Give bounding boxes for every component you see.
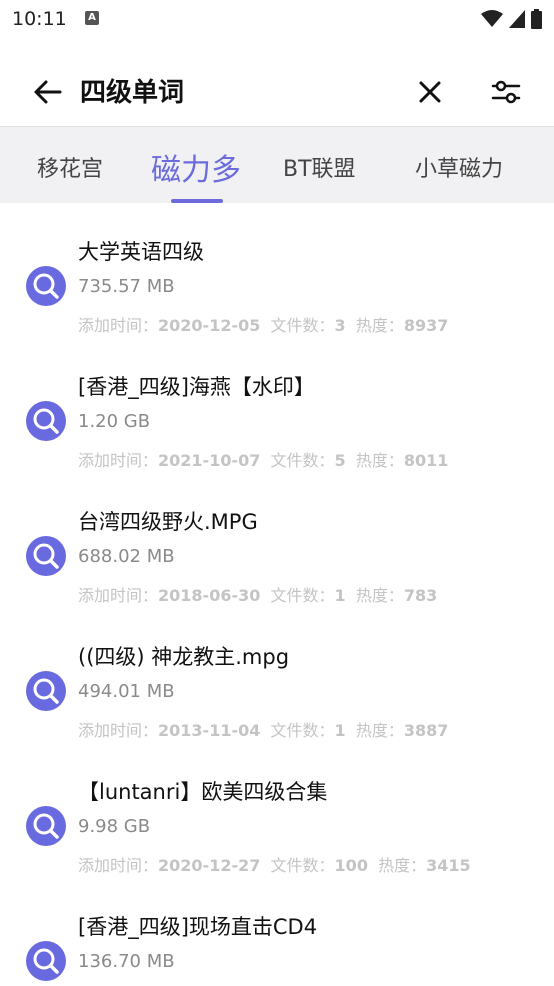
page-title: 四级单词 xyxy=(80,78,185,108)
item-title: [香港_四级]现场直击CD4 xyxy=(78,915,318,939)
item-size: 688.02 MB xyxy=(78,546,175,567)
list-item[interactable]: 大学英语四级 735.57 MB 添加时间：2020-12-05 文件数：3 热… xyxy=(0,202,554,337)
magnet-search-icon xyxy=(26,266,66,306)
item-meta: 添加时间：2020-12-27 文件数：100 热度：3415 xyxy=(78,856,471,875)
signal-icon xyxy=(509,10,525,28)
item-size: 494.01 MB xyxy=(78,681,175,702)
item-size: 735.57 MB xyxy=(78,276,175,297)
magnet-search-icon xyxy=(26,671,66,711)
item-title: ((四级) 神龙教主.mpg xyxy=(78,645,290,669)
magnet-search-icon xyxy=(26,806,66,846)
status-bar: 10:11 A xyxy=(0,0,554,38)
list-item[interactable]: ((四级) 神龙教主.mpg 494.01 MB 添加时间：2013-11-04… xyxy=(0,607,554,742)
item-size: 136.70 MB xyxy=(78,951,175,972)
list-item[interactable]: 台湾四级野火.MPG 688.02 MB 添加时间：2018-06-30 文件数… xyxy=(0,472,554,607)
status-icons xyxy=(481,9,542,29)
magnet-search-icon xyxy=(26,941,66,981)
item-title: 大学英语四级 xyxy=(78,240,204,264)
item-title: [香港_四级]海燕【水印】 xyxy=(78,375,315,399)
tab-xiaocao-cili[interactable]: 小草磁力 xyxy=(415,151,503,183)
list-item[interactable]: 【luntanri】欧美四级合集 9.98 GB 添加时间：2020-12-27… xyxy=(0,742,554,877)
back-arrow-icon[interactable] xyxy=(30,74,66,110)
item-meta: 添加时间：2020-12-05 文件数：3 热度：8937 xyxy=(78,316,449,335)
filter-settings-icon[interactable] xyxy=(488,74,524,110)
status-time: 10:11 xyxy=(12,8,67,30)
tab-yihuagong[interactable]: 移花宫 xyxy=(37,151,103,183)
item-size: 9.98 GB xyxy=(78,816,151,837)
app-bar: 四级单词 xyxy=(0,44,554,126)
notification-icon: A xyxy=(85,11,99,25)
wifi-icon xyxy=(481,10,503,27)
magnet-search-icon xyxy=(26,536,66,576)
tab-bt-lianmeng[interactable]: BT联盟 xyxy=(283,151,356,183)
item-meta: 添加时间：2021-10-07 文件数：5 热度：8011 xyxy=(78,451,449,470)
source-tabs: 移花宫 磁力多 BT联盟 小草磁力 xyxy=(0,126,554,203)
item-title: 【luntanri】欧美四级合集 xyxy=(78,780,328,804)
item-size: 1.20 GB xyxy=(78,411,151,432)
tab-ciliduo[interactable]: 磁力多 xyxy=(151,145,241,189)
item-meta: 添加时间：2018-06-30 文件数：1 热度：783 xyxy=(78,586,438,605)
list-item[interactable]: [香港_四级]现场直击CD4 136.70 MB xyxy=(0,877,554,986)
list-item[interactable]: [香港_四级]海燕【水印】 1.20 GB 添加时间：2021-10-07 文件… xyxy=(0,337,554,472)
magnet-search-icon xyxy=(26,401,66,441)
close-icon[interactable] xyxy=(414,76,446,108)
battery-icon xyxy=(531,9,542,29)
item-title: 台湾四级野火.MPG xyxy=(78,510,258,534)
item-meta: 添加时间：2013-11-04 文件数：1 热度：3887 xyxy=(78,721,449,740)
